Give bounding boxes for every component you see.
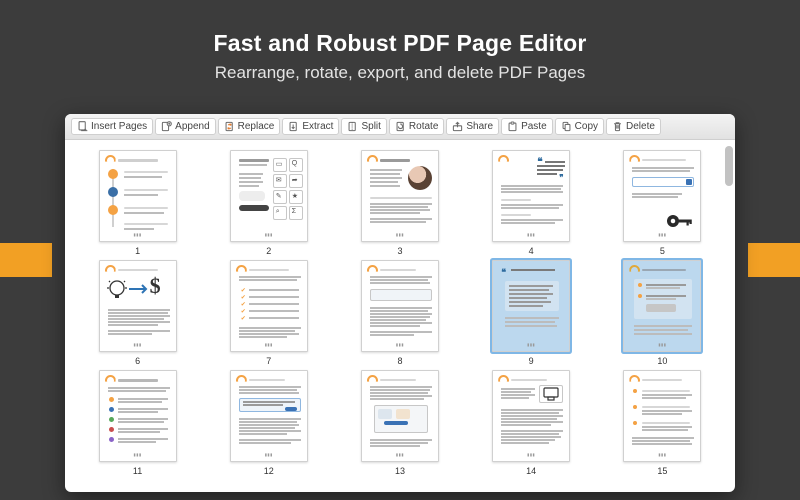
btn-label: Insert Pages bbox=[91, 122, 147, 132]
btn-label: Append bbox=[175, 122, 209, 132]
toolbar: Insert Pages Append Replace Extract Spli… bbox=[65, 114, 735, 140]
split-icon bbox=[347, 121, 358, 132]
page-thumb-9[interactable]: ❝ ▮▮▮ 9 bbox=[484, 260, 578, 366]
copy-icon bbox=[561, 121, 572, 132]
page-thumb-5[interactable]: ▮▮▮ 5 bbox=[615, 150, 709, 256]
split-button[interactable]: Split bbox=[341, 118, 386, 135]
append-button[interactable]: Append bbox=[155, 118, 215, 135]
share-icon bbox=[452, 121, 463, 132]
insert-pages-button[interactable]: Insert Pages bbox=[71, 118, 153, 135]
thumbnail-grid: ▮▮▮ 1 bbox=[65, 140, 735, 482]
page-number: 5 bbox=[660, 244, 665, 256]
page-thumb-11[interactable]: ▮▮▮ 11 bbox=[91, 370, 185, 476]
page-number: 6 bbox=[135, 354, 140, 366]
btn-label: Rotate bbox=[409, 122, 438, 132]
page-number: 4 bbox=[529, 244, 534, 256]
page-thumb-14[interactable]: ▮▮▮ 14 bbox=[484, 370, 578, 476]
btn-label: Replace bbox=[238, 122, 275, 132]
btn-label: Split bbox=[361, 122, 380, 132]
page-number: 12 bbox=[264, 464, 274, 476]
page-subtitle: Rearrange, rotate, export, and delete PD… bbox=[0, 57, 800, 83]
btn-label: Extract bbox=[302, 122, 333, 132]
page-replace-icon bbox=[224, 121, 235, 132]
decor-stripe-right bbox=[748, 243, 800, 277]
page-thumb-2[interactable]: ▭ Q ✉ ➦ ✎ ★ ⌕ Σ ▮▮▮ 2 bbox=[222, 150, 316, 256]
page-number: 9 bbox=[529, 354, 534, 366]
paste-button[interactable]: Paste bbox=[501, 118, 553, 135]
page-number: 3 bbox=[397, 244, 402, 256]
page-title: Fast and Robust PDF Page Editor bbox=[0, 0, 800, 57]
page-number: 14 bbox=[526, 464, 536, 476]
page-thumb-13[interactable]: ▮▮▮ 13 bbox=[353, 370, 447, 476]
btn-label: Delete bbox=[626, 122, 655, 132]
page-extract-icon bbox=[288, 121, 299, 132]
btn-label: Copy bbox=[575, 122, 598, 132]
copy-button[interactable]: Copy bbox=[555, 118, 604, 135]
page-number: 1 bbox=[135, 244, 140, 256]
page-number: 15 bbox=[657, 464, 667, 476]
btn-label: Paste bbox=[521, 122, 547, 132]
vertical-scrollbar[interactable] bbox=[725, 146, 733, 186]
page-number: 7 bbox=[266, 354, 271, 366]
page-append-icon bbox=[161, 121, 172, 132]
rotate-button[interactable]: Rotate bbox=[389, 118, 444, 135]
page-number: 2 bbox=[266, 244, 271, 256]
page-thumb-12[interactable]: ▮▮▮ 12 bbox=[222, 370, 316, 476]
rotate-icon bbox=[395, 121, 406, 132]
editor-window: Insert Pages Append Replace Extract Spli… bbox=[65, 114, 735, 492]
page-number: 10 bbox=[657, 354, 667, 366]
thumbnail-area: ▮▮▮ 1 bbox=[65, 140, 735, 492]
page-thumb-15[interactable]: ▮▮▮ 15 bbox=[615, 370, 709, 476]
page-thumb-4[interactable]: ❝ ❞ ▮▮▮ 4 bbox=[484, 150, 578, 256]
page-thumb-7[interactable]: ✔ ✔ ✔ ✔ ✔ ▮▮▮ 7 bbox=[222, 260, 316, 366]
replace-button[interactable]: Replace bbox=[218, 118, 281, 135]
trash-icon bbox=[612, 121, 623, 132]
page-number: 13 bbox=[395, 464, 405, 476]
page-thumb-1[interactable]: ▮▮▮ 1 bbox=[91, 150, 185, 256]
paste-icon bbox=[507, 121, 518, 132]
decor-stripe-left bbox=[0, 243, 52, 277]
btn-label: Share bbox=[466, 122, 493, 132]
extract-button[interactable]: Extract bbox=[282, 118, 339, 135]
page-thumb-3[interactable]: ▮▮▮ 3 bbox=[353, 150, 447, 256]
page-plus-icon bbox=[77, 121, 88, 132]
key-icon bbox=[664, 209, 694, 233]
page-thumb-8[interactable]: ▮▮▮ 8 bbox=[353, 260, 447, 366]
page-thumb-6[interactable]: $ ▮▮▮ 6 bbox=[91, 260, 185, 366]
delete-button[interactable]: Delete bbox=[606, 118, 661, 135]
page-number: 8 bbox=[397, 354, 402, 366]
page-thumb-10[interactable]: ▮▮▮ 10 bbox=[615, 260, 709, 366]
share-button[interactable]: Share bbox=[446, 118, 499, 135]
page-number: 11 bbox=[133, 464, 142, 476]
